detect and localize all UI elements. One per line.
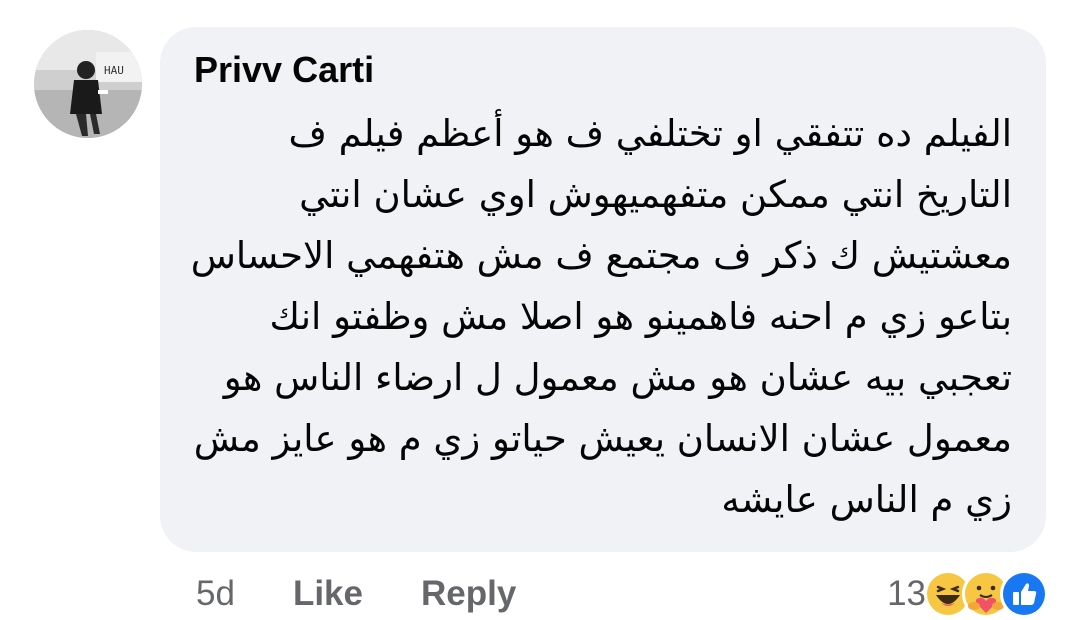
- comment-text: الفيلم ده تتفقي او تختلفي ف هو أعظم فيلم…: [160, 103, 1046, 530]
- comment-line: الفيلم ده تتفقي او تختلفي ف هو أعظم فيلم…: [288, 112, 1012, 155]
- comment-actions: 5d Like Reply: [196, 572, 516, 616]
- comment-author[interactable]: Privv Carti: [194, 49, 374, 91]
- comment-line: زي م الناس عايشه: [721, 478, 1012, 521]
- comment-line: التاريخ انتي ممكن متفهميهوش اوي عشان انت…: [299, 173, 1012, 216]
- comment-line: بتاعو زي م احنه فاهمينو هو اصلا مش وظفتو…: [269, 295, 1012, 338]
- comment-timestamp[interactable]: 5d: [196, 574, 235, 614]
- reply-button[interactable]: Reply: [421, 574, 516, 614]
- svg-text:HAU: HAU: [104, 64, 124, 77]
- comment-bubble: Privv Carti الفيلم ده تتفقي او تختلفي ف …: [160, 27, 1046, 552]
- comment-line: تعجبي بيه عشان هو مش معمول ل ارضاء الناس…: [223, 356, 1012, 399]
- like-icon: [1000, 570, 1048, 618]
- avatar-image: HAU: [34, 30, 142, 138]
- reaction-summary[interactable]: 13: [887, 570, 1048, 618]
- reaction-count: 13: [887, 574, 926, 613]
- avatar[interactable]: HAU: [34, 30, 142, 138]
- comment-line: معشتيش ك ذكر ف مجتمع ف مش هتفهمي الاحساس: [190, 234, 1012, 277]
- like-button[interactable]: Like: [293, 574, 363, 614]
- comment-line: معمول عشان الانسان يعيش حياتو زي م هو عا…: [193, 417, 1012, 460]
